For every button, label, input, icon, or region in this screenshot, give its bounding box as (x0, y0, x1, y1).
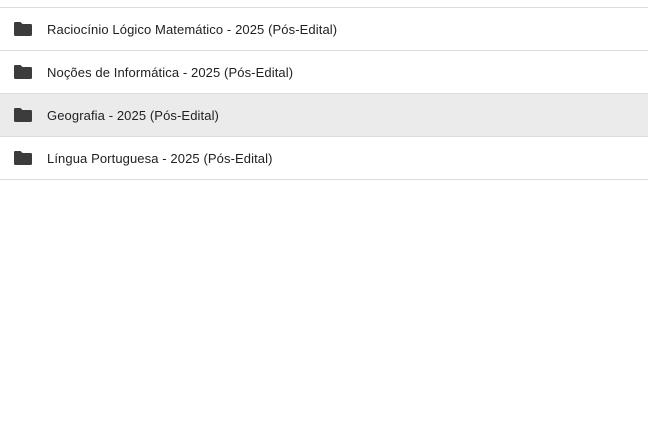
folder-icon (12, 106, 34, 124)
folder-name: Geografia - 2025 (Pós-Edital) (47, 107, 219, 123)
folder-icon (12, 149, 34, 167)
folder-row-geografia[interactable]: Geografia - 2025 (Pós-Edital) (0, 94, 648, 137)
folder-row-raciocinio-logico[interactable]: Raciocínio Lógico Matemático - 2025 (Pós… (0, 8, 648, 51)
folder-name: Raciocínio Lógico Matemático - 2025 (Pós… (47, 21, 338, 37)
folder-name: Noções de Informática - 2025 (Pós-Edital… (47, 64, 294, 80)
folder-icon (12, 63, 34, 81)
list-top-divider (0, 0, 648, 8)
folder-list: Raciocínio Lógico Matemático - 2025 (Pós… (0, 0, 648, 180)
folder-row-nocoes-informatica[interactable]: Noções de Informática - 2025 (Pós-Edital… (0, 51, 648, 94)
folder-name: Língua Portuguesa - 2025 (Pós-Edital) (47, 150, 273, 166)
folder-icon (12, 20, 34, 38)
folder-row-lingua-portuguesa[interactable]: Língua Portuguesa - 2025 (Pós-Edital) (0, 137, 648, 180)
